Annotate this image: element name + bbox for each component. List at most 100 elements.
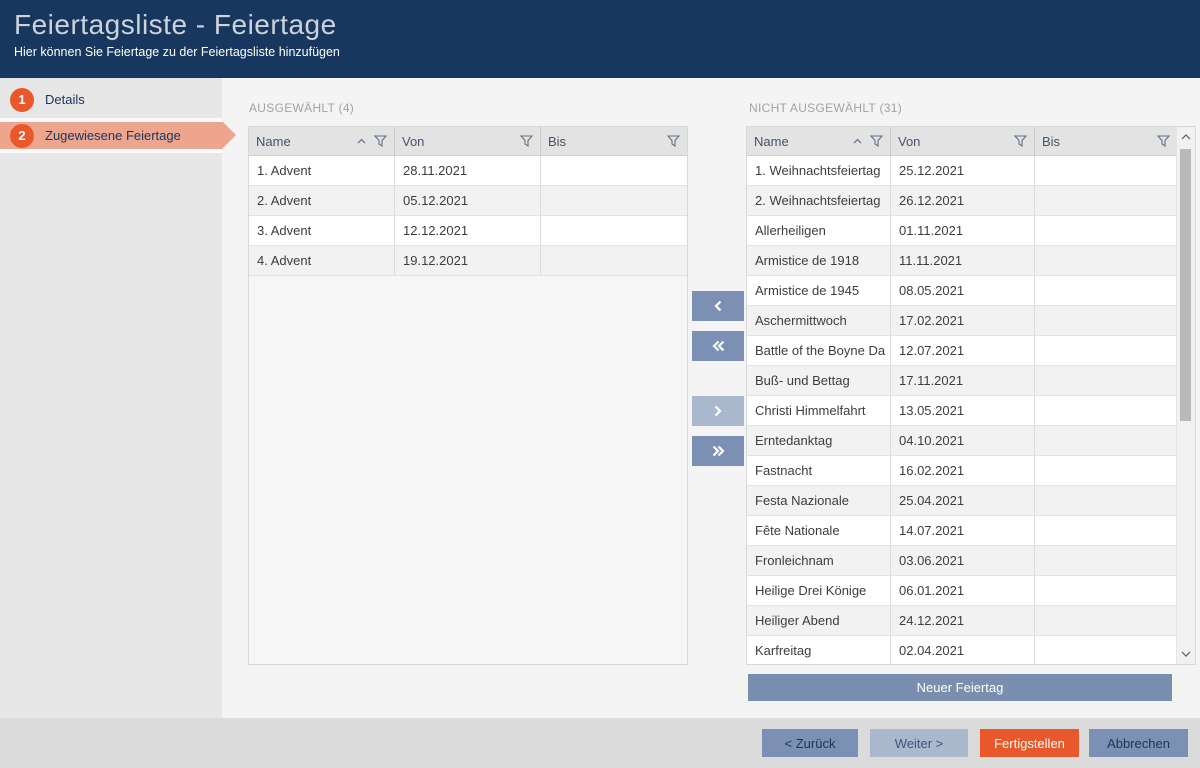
cell-bis [1035,336,1177,365]
column-header-bis[interactable]: Bis [1035,127,1177,155]
column-header-von[interactable]: Von [891,127,1035,155]
cell-name: Erntedanktag [747,426,891,455]
cell-bis [1035,156,1177,185]
scroll-down-icon[interactable] [1177,646,1195,662]
cell-name: 2. Weihnachtsfeiertag [747,186,891,215]
footer-action-bar: < Zurück Weiter > Fertigstellen Abbreche… [0,718,1200,768]
scrollbar-thumb[interactable] [1180,149,1191,421]
cell-name: Armistice de 1918 [747,246,891,275]
cell-name: Festa Nazionale [747,486,891,515]
column-label: Von [402,134,424,149]
scroll-up-icon[interactable] [1177,129,1195,145]
table-row[interactable]: Christi Himmelfahrt13.05.2021 [747,396,1177,426]
finish-button[interactable]: Fertigstellen [980,729,1079,757]
table-row[interactable]: 2. Advent05.12.2021 [249,186,687,216]
cell-bis [1035,486,1177,515]
filter-icon[interactable] [1157,135,1170,147]
cell-von: 17.11.2021 [891,366,1035,395]
cell-von: 05.12.2021 [395,186,541,215]
column-header-bis[interactable]: Bis [541,127,687,155]
sort-ascending-icon [357,138,366,144]
vertical-scrollbar[interactable] [1176,127,1195,664]
cell-name: Battle of the Boyne Da [747,336,891,365]
cell-name: 1. Weihnachtsfeiertag [747,156,891,185]
filter-icon[interactable] [1014,135,1027,147]
table-row[interactable]: 1. Weihnachtsfeiertag25.12.2021 [747,156,1177,186]
table-row[interactable]: Armistice de 191811.11.2021 [747,246,1177,276]
cell-bis [541,186,687,215]
column-header-von[interactable]: Von [395,127,541,155]
move-all-right-button[interactable] [692,436,744,466]
cell-von: 16.02.2021 [891,456,1035,485]
step-details[interactable]: 1 Details [0,84,222,115]
back-button[interactable]: < Zurück [762,729,858,757]
cell-bis [1035,366,1177,395]
table-row[interactable]: Fastnacht16.02.2021 [747,456,1177,486]
holiday-list-wizard-dialog: Feiertagsliste - Feiertage Hier können S… [0,0,1200,768]
table-row[interactable]: Heilige Drei Könige06.01.2021 [747,576,1177,606]
table-row[interactable]: Erntedanktag04.10.2021 [747,426,1177,456]
table-row[interactable]: Heiliger Abend24.12.2021 [747,606,1177,636]
filter-icon[interactable] [870,135,883,147]
chevron-double-left-icon [710,339,727,353]
cell-name: Fête Nationale [747,516,891,545]
column-header-name[interactable]: Name [747,127,891,155]
cell-bis [541,246,687,275]
table-row[interactable]: Buß- und Bettag17.11.2021 [747,366,1177,396]
cell-von: 14.07.2021 [891,516,1035,545]
unselected-holidays-table: Name Von Bis 1. Weihnachtsfeiertag25.12.… [746,126,1196,665]
unselected-table-body: 1. Weihnachtsfeiertag25.12.20212. Weihna… [747,156,1177,665]
filter-icon[interactable] [520,135,533,147]
column-label: Name [754,134,789,149]
cell-von: 26.12.2021 [891,186,1035,215]
table-row[interactable]: 4. Advent19.12.2021 [249,246,687,276]
cancel-button[interactable]: Abbrechen [1089,729,1188,757]
table-row[interactable]: Armistice de 194508.05.2021 [747,276,1177,306]
table-row[interactable]: Aschermittwoch17.02.2021 [747,306,1177,336]
cell-name: Aschermittwoch [747,306,891,335]
cell-bis [1035,576,1177,605]
chevron-right-icon [712,404,724,418]
unselected-list-title: NICHT AUSGEWÄHLT (31) [749,101,902,115]
move-all-left-button[interactable] [692,331,744,361]
cell-bis [541,216,687,245]
filter-icon[interactable] [667,135,680,147]
table-row[interactable]: 3. Advent12.12.2021 [249,216,687,246]
cell-von: 11.11.2021 [891,246,1035,275]
column-header-name[interactable]: Name [249,127,395,155]
move-selected-left-button[interactable] [692,291,744,321]
cell-bis [1035,306,1177,335]
chevron-left-icon [712,299,724,313]
cell-von: 12.12.2021 [395,216,541,245]
table-row[interactable]: Allerheiligen01.11.2021 [747,216,1177,246]
cell-name: Heilige Drei Könige [747,576,891,605]
table-row[interactable]: Fête Nationale14.07.2021 [747,516,1177,546]
active-step-arrow [222,121,236,149]
cell-bis [1035,396,1177,425]
step-zugewiesene-feiertage[interactable]: 2 Zugewiesene Feiertage [0,118,222,153]
cell-bis [1035,186,1177,215]
cell-name: 4. Advent [249,246,395,275]
next-button[interactable]: Weiter > [870,729,968,757]
filter-icon[interactable] [374,135,387,147]
new-holiday-button[interactable]: Neuer Feiertag [748,674,1172,701]
cell-bis [1035,426,1177,455]
cell-von: 24.12.2021 [891,606,1035,635]
table-row[interactable]: 1. Advent28.11.2021 [249,156,687,186]
cell-bis [1035,546,1177,575]
table-row[interactable]: Battle of the Boyne Da12.07.2021 [747,336,1177,366]
table-row[interactable]: Festa Nazionale25.04.2021 [747,486,1177,516]
table-row[interactable]: Karfreitag02.04.2021 [747,636,1177,665]
cell-bis [1035,216,1177,245]
table-row[interactable]: 2. Weihnachtsfeiertag26.12.2021 [747,186,1177,216]
cell-name: Armistice de 1945 [747,276,891,305]
move-selected-right-button[interactable] [692,396,744,426]
cell-name: Karfreitag [747,636,891,665]
page-title: Feiertagsliste - Feiertage [14,8,1200,42]
table-row[interactable]: Fronleichnam03.06.2021 [747,546,1177,576]
cell-name: Buß- und Bettag [747,366,891,395]
cell-bis [1035,516,1177,545]
selected-table-body: 1. Advent28.11.20212. Advent05.12.20213.… [249,156,687,276]
column-label: Von [898,134,920,149]
cell-von: 06.01.2021 [891,576,1035,605]
